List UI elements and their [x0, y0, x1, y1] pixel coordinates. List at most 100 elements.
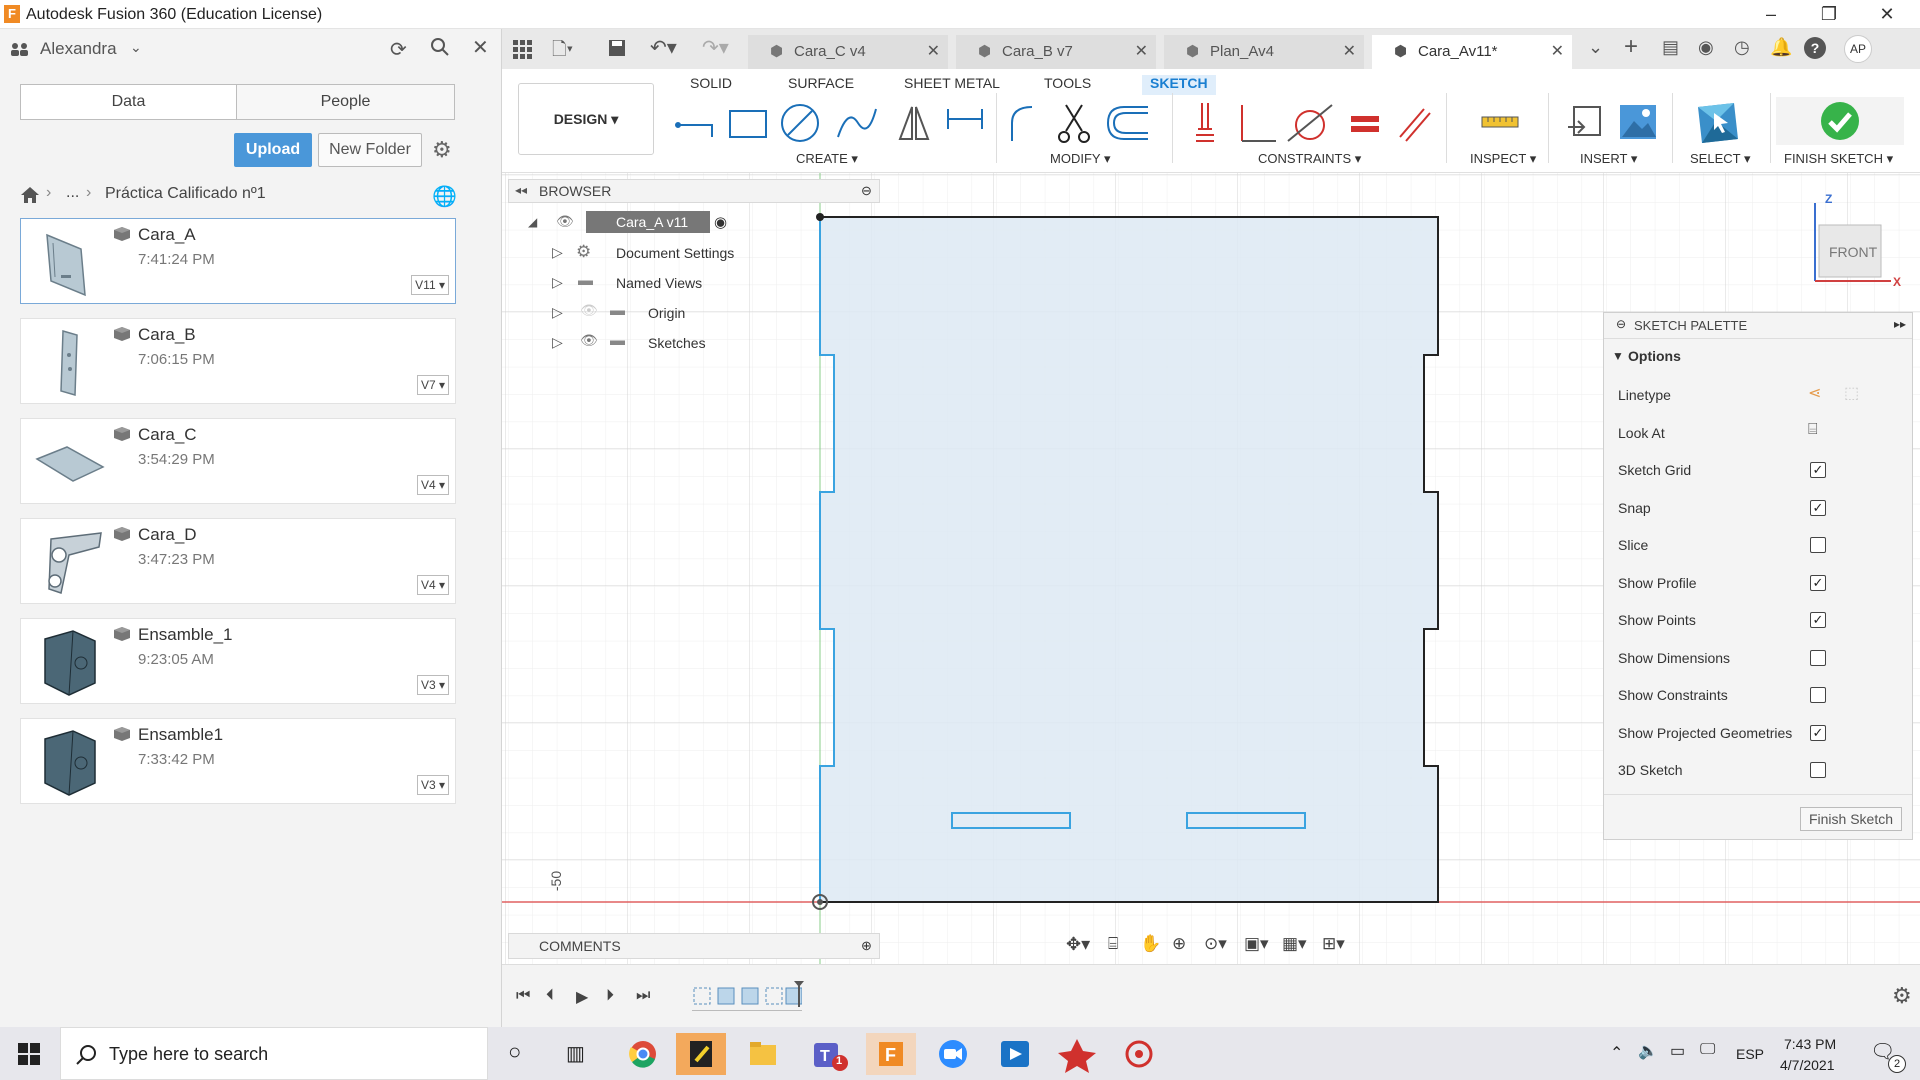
minus-icon[interactable]: ⊖ — [861, 183, 872, 199]
tab-surface[interactable]: SURFACE — [788, 75, 854, 95]
section-toggle-icon[interactable]: ▼ — [1612, 349, 1624, 363]
windows-start-icon[interactable] — [18, 1043, 40, 1065]
close-tab-icon[interactable]: ✕ — [1551, 35, 1564, 69]
version-dropdown[interactable]: V4 ▾ — [416, 475, 449, 495]
fusion-taskbar-icon[interactable]: F — [866, 1033, 916, 1075]
tab-people[interactable]: People — [236, 84, 455, 120]
version-dropdown[interactable]: V11 ▾ — [411, 275, 449, 295]
eye-icon[interactable]: 👁 — [580, 332, 598, 349]
tab-data[interactable]: Data — [20, 84, 237, 120]
checkbox-show-constraints[interactable] — [1810, 687, 1826, 703]
expand-icon[interactable]: ▷ — [552, 334, 563, 351]
checkbox-show-profile[interactable]: ✓ — [1810, 575, 1826, 591]
constraints-menu[interactable]: CONSTRAINTS ▾ — [1258, 151, 1361, 167]
avatar[interactable]: AP — [1844, 35, 1872, 63]
job-status-icon[interactable]: ▤ — [1662, 37, 1679, 58]
look-at-icon[interactable]: ⌸ — [1808, 421, 1818, 439]
undo-icon[interactable]: ↶▾ — [650, 35, 677, 60]
refresh-icon[interactable]: ⟳ — [390, 37, 407, 62]
battery-icon[interactable]: ▭ — [1670, 1041, 1685, 1061]
file-card[interactable]: Ensamble_1 9:23:05 AM V3 ▾ — [20, 618, 456, 704]
breadcrumb-ellipsis[interactable]: ... — [66, 184, 79, 202]
timeline-features[interactable] — [692, 985, 803, 1007]
look-at-icon[interactable]: ⌸ — [1108, 934, 1118, 954]
redo-icon[interactable]: ↷▾ — [702, 35, 729, 60]
file-card[interactable]: Cara_A 7:41:24 PM V11 ▾ — [20, 218, 456, 304]
tree-node-named-views[interactable]: Named Views — [616, 275, 702, 291]
home-icon[interactable] — [20, 186, 40, 204]
cortana-icon[interactable]: ○ — [508, 1039, 521, 1065]
tree-node-sketches[interactable]: Sketches — [648, 335, 706, 351]
tab-sketch[interactable]: SKETCH — [1142, 75, 1216, 95]
close-tab-icon[interactable]: ✕ — [1135, 35, 1148, 69]
search-icon[interactable] — [430, 37, 450, 57]
measure-icon[interactable] — [1480, 109, 1520, 135]
app-grid-icon[interactable] — [512, 39, 532, 59]
upload-button[interactable]: Upload — [234, 133, 312, 167]
tree-node-origin[interactable]: Origin — [648, 305, 685, 321]
expand-icon[interactable]: ▸▸ — [1894, 317, 1906, 331]
display-settings-icon[interactable]: ▣▾ — [1244, 934, 1269, 954]
file-card[interactable]: Cara_B 7:06:15 PM V7 ▾ — [20, 318, 456, 404]
checkbox-3d-sketch[interactable] — [1810, 762, 1826, 778]
go-to-start-icon[interactable]: ⏮ — [516, 987, 530, 1005]
file-card[interactable]: Ensamble1 7:33:42 PM V3 ▾ — [20, 718, 456, 804]
select-menu[interactable]: SELECT ▾ — [1690, 151, 1750, 167]
fit-icon[interactable]: ⊙▾ — [1204, 934, 1227, 954]
expand-icon[interactable]: ▷ — [552, 244, 563, 261]
create-menu[interactable]: CREATE ▾ — [796, 151, 858, 167]
version-dropdown[interactable]: V7 ▾ — [416, 375, 449, 395]
pan-icon[interactable]: ✋ — [1140, 934, 1161, 954]
view-cube[interactable]: Z X FRONT — [1807, 187, 1907, 297]
save-icon[interactable] — [608, 39, 626, 57]
restore-button[interactable]: ❐ — [1800, 0, 1858, 29]
checkbox-slice[interactable] — [1810, 537, 1826, 553]
tab-cara-b[interactable]: ⬢ Cara_B v7 ✕ — [956, 35, 1156, 69]
new-folder-button[interactable]: New Folder — [318, 133, 422, 167]
tab-solid[interactable]: SOLID — [690, 75, 732, 95]
checkbox-sketch-grid[interactable]: ✓ — [1810, 462, 1826, 478]
insert-derive-icon[interactable] — [1566, 103, 1606, 141]
activate-radio-icon[interactable]: ◉ — [714, 213, 727, 231]
tree-node-document-settings[interactable]: Document Settings — [616, 245, 734, 261]
new-tab-icon[interactable]: + — [1624, 33, 1638, 61]
network-icon[interactable]: 🖵 — [1700, 1041, 1715, 1059]
expand-icon[interactable]: ▷ — [552, 274, 563, 291]
globe-icon[interactable]: 🌐 — [432, 184, 457, 209]
breadcrumb-folder[interactable]: Práctica Calificado nº1 — [105, 185, 266, 203]
clock-icon[interactable]: ◷ — [1734, 37, 1750, 58]
tab-tools[interactable]: TOOLS — [1044, 75, 1091, 95]
gear-icon[interactable]: ⚙ — [1892, 983, 1912, 1009]
chevron-down-icon[interactable]: ⌄ — [130, 39, 142, 56]
go-to-end-icon[interactable]: ⏭ — [636, 987, 650, 1005]
volume-icon[interactable]: 🔈 — [1638, 1041, 1658, 1061]
teams-icon[interactable]: T 1 — [804, 1033, 854, 1075]
checkbox-show-projected-geometries[interactable]: ✓ — [1810, 725, 1826, 741]
timeline-marker[interactable] — [794, 981, 804, 1007]
collapse-icon[interactable]: ◂◂ — [515, 183, 527, 197]
notification-icon[interactable]: 🔔 — [1770, 37, 1792, 58]
expand-icon[interactable]: ▷ — [552, 304, 563, 321]
chrome-icon[interactable] — [618, 1033, 668, 1075]
browser-root-node[interactable]: Cara_A v11 — [586, 211, 710, 233]
minimize-button[interactable]: – — [1742, 0, 1800, 29]
expand-root-icon[interactable]: ◢ — [528, 215, 537, 229]
checkbox-show-points[interactable]: ✓ — [1810, 612, 1826, 628]
zoom-icon[interactable]: ⊕ — [1172, 934, 1186, 954]
hidden-eye-icon[interactable]: 👁 — [580, 302, 598, 319]
close-window-button[interactable]: ✕ — [1858, 0, 1916, 29]
linetype-icon[interactable]: ⋖ — [1808, 383, 1821, 403]
add-comment-icon[interactable]: ⊕ — [861, 938, 872, 954]
language-indicator[interactable]: ESP — [1736, 1046, 1764, 1062]
user-name[interactable]: Alexandra — [40, 39, 117, 59]
clock-date[interactable]: 4/7/2021 — [1780, 1057, 1835, 1073]
tab-plan-a[interactable]: ⬢ Plan_Av4 ✕ — [1164, 35, 1364, 69]
view-cube-face[interactable]: FRONT — [1829, 244, 1877, 260]
version-dropdown[interactable]: V4 ▾ — [416, 575, 449, 595]
close-tab-icon[interactable]: ✕ — [927, 35, 940, 69]
step-forward-icon[interactable]: ⏵ — [606, 987, 614, 1005]
close-panel-icon[interactable]: ✕ — [472, 35, 489, 60]
help-icon[interactable]: ? — [1804, 37, 1826, 59]
gear-icon[interactable]: ⚙ — [432, 137, 452, 163]
inspect-menu[interactable]: INSPECT ▾ — [1470, 151, 1536, 167]
